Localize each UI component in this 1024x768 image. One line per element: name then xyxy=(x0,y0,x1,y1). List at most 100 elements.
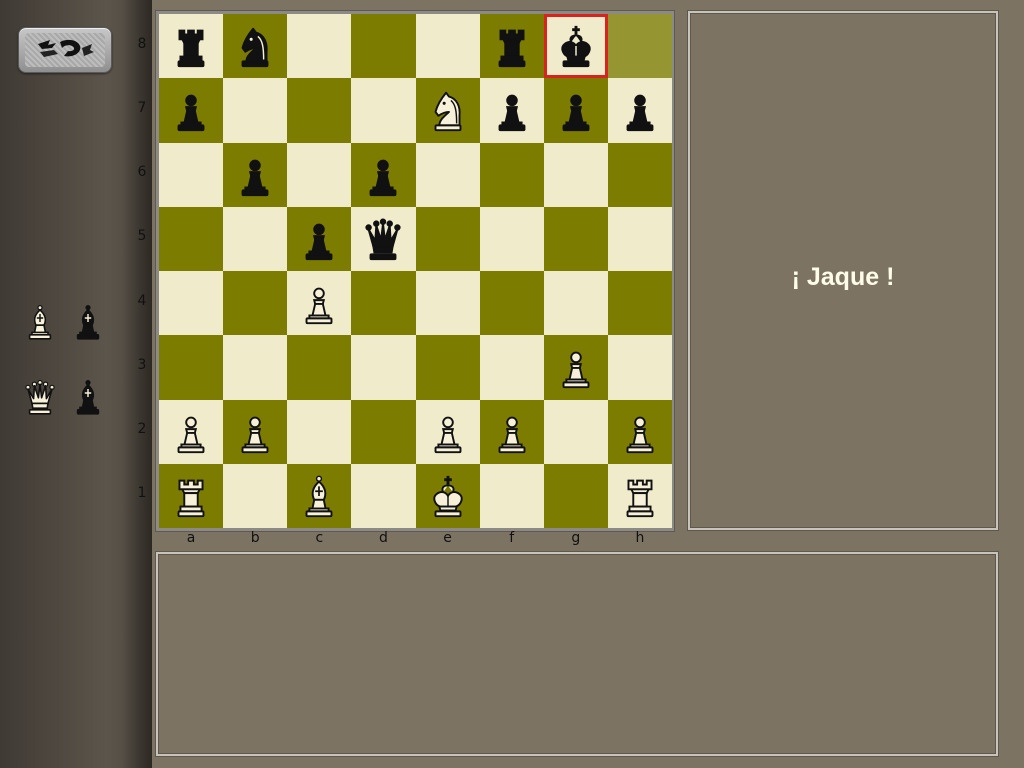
rank-label: 6 xyxy=(137,164,147,181)
white-rook-icon[interactable] xyxy=(167,472,215,520)
black-queen-icon[interactable] xyxy=(359,215,407,263)
rank-label: 4 xyxy=(137,292,147,309)
square-f2[interactable] xyxy=(479,399,544,464)
white-bishop-icon[interactable] xyxy=(295,472,343,520)
square-f4[interactable] xyxy=(479,271,544,336)
square-a5[interactable] xyxy=(159,206,224,271)
square-b2[interactable] xyxy=(223,399,288,464)
square-h3[interactable] xyxy=(607,335,672,400)
menu-logo-button[interactable] xyxy=(18,27,112,73)
square-d4[interactable] xyxy=(351,271,416,336)
white-king-icon[interactable] xyxy=(424,472,472,520)
square-e7[interactable] xyxy=(415,78,480,143)
square-b6[interactable] xyxy=(223,142,288,207)
square-e1[interactable] xyxy=(415,463,480,528)
black-king-icon[interactable] xyxy=(552,22,600,70)
black-pawn-icon[interactable] xyxy=(359,151,407,199)
square-d6[interactable] xyxy=(351,142,416,207)
square-d3[interactable] xyxy=(351,335,416,400)
white-pawn-icon[interactable] xyxy=(424,408,472,456)
square-c6[interactable] xyxy=(287,142,352,207)
square-e8[interactable] xyxy=(415,14,480,79)
square-e5[interactable] xyxy=(415,206,480,271)
white-pawn-icon[interactable] xyxy=(552,343,600,391)
square-f1[interactable] xyxy=(479,463,544,528)
square-g1[interactable] xyxy=(543,463,608,528)
black-pawn-icon[interactable] xyxy=(231,151,279,199)
square-h4[interactable] xyxy=(607,271,672,336)
white-pawn-icon[interactable] xyxy=(231,408,279,456)
square-e2[interactable] xyxy=(415,399,480,464)
white-rook-icon[interactable] xyxy=(616,472,664,520)
square-b3[interactable] xyxy=(223,335,288,400)
square-f7[interactable] xyxy=(479,78,544,143)
square-d5[interactable] xyxy=(351,206,416,271)
square-e6[interactable] xyxy=(415,142,480,207)
square-c7[interactable] xyxy=(287,78,352,143)
square-f3[interactable] xyxy=(479,335,544,400)
black-pawn-icon[interactable] xyxy=(488,86,536,134)
white-pawn-icon[interactable] xyxy=(488,408,536,456)
black-pawn-icon[interactable] xyxy=(295,215,343,263)
white-pawn-icon[interactable] xyxy=(295,279,343,327)
square-h2[interactable] xyxy=(607,399,672,464)
black-rook-icon[interactable] xyxy=(488,22,536,70)
square-b8[interactable] xyxy=(223,14,288,79)
square-h8[interactable] xyxy=(607,14,672,79)
square-a8[interactable] xyxy=(159,14,224,79)
square-g6[interactable] xyxy=(543,142,608,207)
square-c1[interactable] xyxy=(287,463,352,528)
square-h5[interactable] xyxy=(607,206,672,271)
check-status-text: ¡ Jaque ! xyxy=(791,263,895,291)
square-e4[interactable] xyxy=(415,271,480,336)
square-c4[interactable] xyxy=(287,271,352,336)
square-h1[interactable] xyxy=(607,463,672,528)
square-h6[interactable] xyxy=(607,142,672,207)
square-c3[interactable] xyxy=(287,335,352,400)
square-g3[interactable] xyxy=(543,335,608,400)
square-a6[interactable] xyxy=(159,142,224,207)
square-a3[interactable] xyxy=(159,335,224,400)
status-panel: ¡ Jaque ! xyxy=(688,11,998,530)
black-pawn-icon[interactable] xyxy=(167,86,215,134)
square-c5[interactable] xyxy=(287,206,352,271)
square-d7[interactable] xyxy=(351,78,416,143)
square-g2[interactable] xyxy=(543,399,608,464)
white-pawn-icon[interactable] xyxy=(167,408,215,456)
square-g4[interactable] xyxy=(543,271,608,336)
rank-label: 2 xyxy=(137,420,147,437)
square-b4[interactable] xyxy=(223,271,288,336)
square-f8[interactable] xyxy=(479,14,544,79)
square-f6[interactable] xyxy=(479,142,544,207)
black-pawn-icon[interactable] xyxy=(616,86,664,134)
square-b5[interactable] xyxy=(223,206,288,271)
square-g5[interactable] xyxy=(543,206,608,271)
white-pawn-icon[interactable] xyxy=(616,408,664,456)
chess-logo-icon xyxy=(25,33,105,67)
captured-white-bishop-icon xyxy=(20,297,60,345)
square-d1[interactable] xyxy=(351,463,416,528)
chess-board[interactable] xyxy=(159,14,672,528)
square-f5[interactable] xyxy=(479,206,544,271)
square-a7[interactable] xyxy=(159,78,224,143)
square-b7[interactable] xyxy=(223,78,288,143)
square-g8[interactable] xyxy=(543,14,608,79)
rank-label: 1 xyxy=(137,484,147,501)
square-a1[interactable] xyxy=(159,463,224,528)
file-label: b xyxy=(250,530,260,546)
square-h7[interactable] xyxy=(607,78,672,143)
square-a2[interactable] xyxy=(159,399,224,464)
square-c8[interactable] xyxy=(287,14,352,79)
square-d8[interactable] xyxy=(351,14,416,79)
white-knight-icon[interactable] xyxy=(424,86,472,134)
square-d2[interactable] xyxy=(351,399,416,464)
square-b1[interactable] xyxy=(223,463,288,528)
square-c2[interactable] xyxy=(287,399,352,464)
square-g7[interactable] xyxy=(543,78,608,143)
black-rook-icon[interactable] xyxy=(167,22,215,70)
file-label: d xyxy=(378,530,388,546)
black-knight-icon[interactable] xyxy=(231,22,279,70)
black-pawn-icon[interactable] xyxy=(552,86,600,134)
square-e3[interactable] xyxy=(415,335,480,400)
square-a4[interactable] xyxy=(159,271,224,336)
